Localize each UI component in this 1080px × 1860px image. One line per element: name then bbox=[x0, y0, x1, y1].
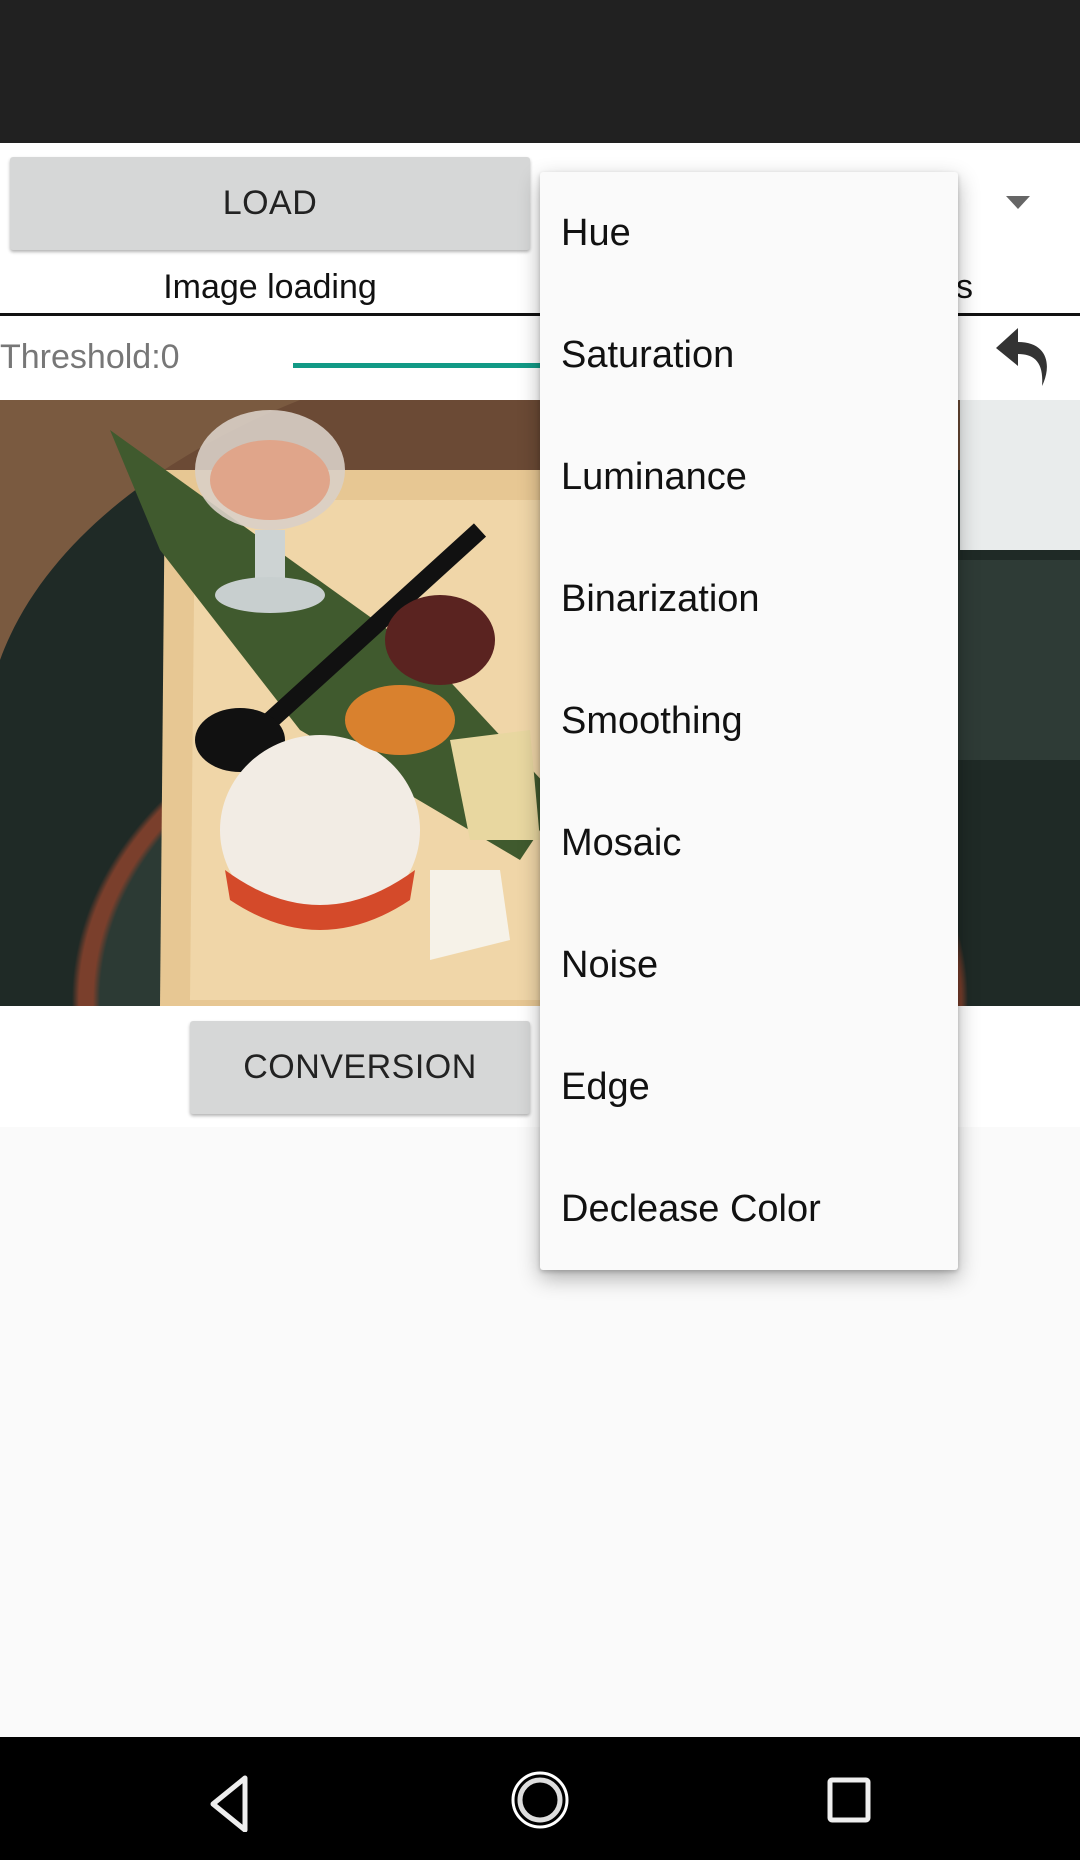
image-loading-label: Image loading bbox=[163, 268, 377, 306]
conversion-button[interactable]: CONVERSION bbox=[190, 1021, 530, 1114]
back-icon[interactable] bbox=[205, 1772, 255, 1832]
menu-item-edge[interactable]: Edge bbox=[561, 1026, 951, 1148]
threshold-label: Threshold:0 bbox=[0, 338, 180, 376]
load-button[interactable]: LOAD bbox=[10, 157, 530, 250]
dropdown-arrow-icon[interactable] bbox=[1006, 196, 1030, 209]
menu-item-hue[interactable]: Hue bbox=[561, 172, 951, 294]
threshold-slider[interactable] bbox=[293, 363, 553, 368]
undo-icon[interactable] bbox=[990, 322, 1060, 394]
menu-item-mosaic[interactable]: Mosaic bbox=[561, 782, 951, 904]
home-icon[interactable] bbox=[510, 1770, 570, 1830]
menu-item-noise[interactable]: Noise bbox=[561, 904, 951, 1026]
menu-item-binarization[interactable]: Binarization bbox=[561, 538, 951, 660]
recents-icon[interactable] bbox=[827, 1777, 871, 1823]
filter-dropdown-menu: Hue Saturation Luminance Binarization Sm… bbox=[540, 172, 958, 1270]
menu-item-declease-color[interactable]: Declease Color bbox=[561, 1148, 951, 1270]
menu-item-luminance[interactable]: Luminance bbox=[561, 416, 951, 538]
status-bar bbox=[0, 0, 1080, 143]
navigation-bar bbox=[0, 1737, 1080, 1860]
filter-label: s bbox=[956, 268, 973, 306]
menu-item-saturation[interactable]: Saturation bbox=[561, 294, 951, 416]
menu-item-smoothing[interactable]: Smoothing bbox=[561, 660, 951, 782]
